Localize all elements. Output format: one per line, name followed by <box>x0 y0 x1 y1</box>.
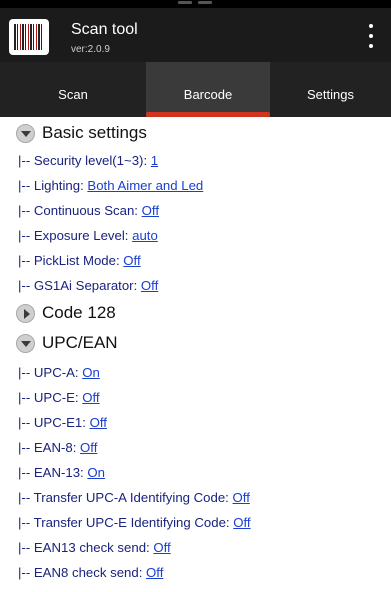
setting-picklist-mode: |-- PickList Mode: Off <box>18 253 141 268</box>
setting-value-link[interactable]: Off <box>80 440 97 455</box>
setting-upc-e1: |-- UPC-E1: Off <box>18 415 107 430</box>
setting-transfer-upc-a-id: |-- Transfer UPC-A Identifying Code: Off <box>18 490 250 505</box>
setting-value-link[interactable]: Off <box>141 278 158 293</box>
status-indicator <box>198 1 212 4</box>
setting-value-link[interactable]: Off <box>233 515 250 530</box>
setting-gs1ai-separator: |-- GS1Ai Separator: Off <box>18 278 159 293</box>
setting-ean-13: |-- EAN-13: On <box>18 465 105 480</box>
section-upc-ean[interactable]: UPC/EAN <box>16 330 118 356</box>
setting-value-link[interactable]: Off <box>82 390 99 405</box>
setting-continuous-scan: |-- Continuous Scan: Off <box>18 203 159 218</box>
setting-upc-a: |-- UPC-A: On <box>18 365 100 380</box>
setting-upc-e: |-- UPC-E: Off <box>18 390 100 405</box>
active-tab-indicator <box>146 112 270 117</box>
section-basic-settings[interactable]: Basic settings <box>16 120 147 146</box>
barcode-app-icon <box>9 19 49 55</box>
app-bar: Scan tool ver:2.0.9 <box>0 8 391 62</box>
setting-value-link[interactable]: auto <box>132 228 158 243</box>
setting-value-link[interactable]: On <box>87 465 105 480</box>
tab-scan[interactable]: Scan <box>0 62 146 117</box>
expand-arrow-icon <box>16 123 35 143</box>
setting-value-link[interactable]: Off <box>146 565 163 580</box>
setting-value-link[interactable]: Off <box>142 203 159 218</box>
setting-value-link[interactable]: Both Aimer and Led <box>87 178 203 193</box>
settings-list: Basic settings |-- Security level(1~3): … <box>0 118 391 592</box>
overflow-menu-icon[interactable] <box>363 23 379 49</box>
setting-value-link[interactable]: Off <box>153 540 170 555</box>
setting-exposure-level: |-- Exposure Level: auto <box>18 228 158 243</box>
section-title: Code 128 <box>42 303 116 322</box>
setting-security-level: |-- Security level(1~3): 1 <box>18 153 159 168</box>
tab-barcode[interactable]: Barcode <box>146 62 270 117</box>
setting-ean8-check-send: |-- EAN8 check send: Off <box>18 565 164 580</box>
tab-bar: Scan Barcode Settings <box>0 62 391 117</box>
setting-ean13-check-send: |-- EAN13 check send: Off <box>18 540 171 555</box>
setting-value-link[interactable]: Off <box>90 415 107 430</box>
setting-value-link[interactable]: Off <box>233 490 250 505</box>
status-bar <box>0 0 391 8</box>
setting-lighting: |-- Lighting: Both Aimer and Led <box>18 178 204 193</box>
setting-value-link[interactable]: 1 <box>151 153 158 168</box>
setting-transfer-upc-e-id: |-- Transfer UPC-E Identifying Code: Off <box>18 515 251 530</box>
section-title: Basic settings <box>42 123 147 142</box>
status-indicator <box>178 1 192 4</box>
tab-settings[interactable]: Settings <box>270 62 391 117</box>
section-code-128[interactable]: Code 128 <box>16 300 116 326</box>
app-version: ver:2.0.9 <box>71 44 110 55</box>
app-title: Scan tool <box>71 21 138 38</box>
setting-value-link[interactable]: Off <box>123 253 140 268</box>
section-title: UPC/EAN <box>42 333 118 352</box>
setting-value-link[interactable]: On <box>82 365 100 380</box>
setting-ean-8: |-- EAN-8: Off <box>18 440 98 455</box>
collapse-arrow-icon <box>16 303 35 323</box>
expand-arrow-icon <box>16 333 35 353</box>
